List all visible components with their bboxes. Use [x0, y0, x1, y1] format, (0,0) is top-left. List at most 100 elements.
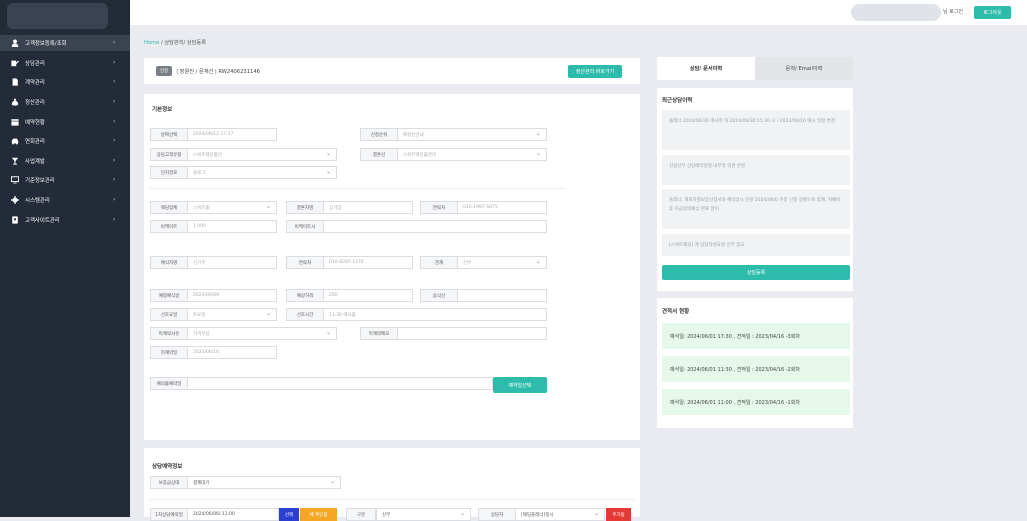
add-button[interactable]: 추가됨 — [606, 508, 631, 521]
relation-select[interactable]: 신부 — [457, 256, 547, 269]
money-bag-icon — [10, 98, 19, 106]
field-label: 선호요일 — [150, 308, 188, 321]
wedding-date-field[interactable]: 2024/06/09 — [187, 289, 277, 302]
chevron-right-icon: › — [113, 216, 116, 223]
document-icon — [10, 78, 19, 86]
sidebar-item-label: 고객정보등록/조회 — [25, 41, 67, 47]
field-label: 웨딩업체 — [150, 201, 188, 214]
field-label: 미계약사유 — [150, 327, 188, 340]
planner-phone-field[interactable]: 010-8287-1276 — [323, 256, 413, 269]
breadcrumb: Home / 상담관리/ 상담등록 — [144, 39, 206, 46]
select-button[interactable]: 선택 — [279, 508, 299, 521]
confirm-button[interactable]: 예 확인됨 — [300, 508, 337, 521]
field-label: 관계 — [420, 256, 458, 269]
estimate-item[interactable]: 예식일: 2024/06/01 17:30 , 견적일 : 2023/04/16… — [662, 323, 850, 349]
divider — [150, 499, 634, 500]
sidebar: 고객정보등록/조회 › 상담관리 › 계약관리 › 정산관리 › 예약현황 › … — [0, 0, 130, 517]
contact-name-field[interactable]: 장기양 — [323, 201, 413, 214]
type-select[interactable]: 신부 — [376, 508, 471, 521]
sidebar-item-customer[interactable]: 고객정보등록/조회 › — [0, 35, 130, 51]
consultant-select[interactable]: [웨딩플래너]정시 — [515, 508, 605, 521]
not-contract-reason-select[interactable]: 가격부담 — [187, 327, 337, 340]
breadcrumb-home[interactable]: Home — [144, 40, 159, 46]
field-label: 음식선 — [420, 289, 458, 302]
sidebar-item-settlement[interactable]: 정산관리 › — [0, 94, 130, 110]
user-avatar[interactable] — [851, 4, 941, 21]
sidebar-item-consult[interactable]: 상담관리 › — [0, 55, 130, 71]
chevron-right-icon: › — [113, 137, 116, 144]
field-label: 예식자명 — [150, 256, 188, 269]
prefer-day-select[interactable]: 토요일 — [187, 308, 277, 321]
deposit-status-select[interactable]: 결제대기 — [187, 476, 341, 489]
guests-field[interactable]: 250 — [323, 289, 413, 302]
field-label: 신청순위 — [360, 128, 398, 141]
remark-field[interactable]: 1,000 — [187, 220, 277, 233]
not-contract-date-field[interactable]: 2023/06/16 — [187, 346, 277, 359]
sales-lead-select[interactable]: 예정된안내 — [397, 128, 547, 141]
hall-select[interactable]: 스위트홀 — [187, 201, 277, 214]
pencil-icon — [10, 59, 19, 67]
estimate-item[interactable]: 예식일: 2024/06/01 11:30 , 견적일 : 2023/04/16… — [662, 356, 850, 382]
sidebar-item-label: 계약관리 — [25, 80, 45, 86]
field-label: 비케이트 — [150, 220, 188, 233]
sidebar-item-banquet[interactable]: 연회관리 › — [0, 133, 130, 149]
date-field[interactable]: 2024/06/12 17:37 — [187, 128, 277, 141]
consult-date-field[interactable]: 2024/06/06/ 11:00 — [187, 508, 279, 521]
car-icon — [10, 137, 19, 145]
sidebar-item-label: 고객사이트관리 — [25, 218, 60, 224]
history-item[interactable]: [스위트웨딩] 계 상담작성요청 신부 중요 — [662, 234, 850, 256]
breadcrumb-path: 상담관리/ 상담등록 — [164, 40, 206, 46]
field-label: 미계약메모 — [360, 327, 398, 340]
history-item[interactable]: 신랑신부 상담예약일정 내부의 의견 반영 — [662, 155, 850, 185]
chevron-right-icon: › — [113, 98, 116, 105]
sidebar-item-label: 예약현황 — [25, 120, 45, 126]
field-label: 예정예식일 — [150, 289, 188, 302]
sidebar-item-base-info[interactable]: 기준정보관리 › — [0, 172, 130, 188]
logo[interactable] — [7, 3, 108, 29]
field-label: 1차상담예약일 — [150, 508, 188, 521]
field-label: 상담자 — [478, 508, 516, 521]
history-item[interactable]: 플래너 2024/06/30 계시마 대 2024/06/30 15:30 시 … — [662, 110, 850, 150]
chevron-right-icon: › — [113, 196, 116, 203]
inflow-select[interactable]: 블로그 — [187, 166, 337, 179]
history-item[interactable]: 플래너, 계로자별보증신청서와 예약상시 신랑 2024/06/0 주종 신청 … — [662, 189, 850, 229]
sidebar-item-reservation[interactable]: 예약현황 › — [0, 114, 130, 130]
tab-consult-history[interactable]: 상담/ 문서이력 — [657, 57, 755, 80]
sidebar-item-label: 연회관리 — [25, 139, 45, 145]
prefer-time-field[interactable]: 11:30 예식홀 — [323, 308, 547, 321]
reservation-card: 상담예약정보 보증금상태 결제대기 1차상담예약일 2024/06/06/ 11… — [144, 448, 640, 521]
sidebar-item-customer-site[interactable]: 고객사이트관리 › — [0, 212, 130, 228]
sidebar-item-system[interactable]: 시스템관리 › — [0, 192, 130, 208]
monitor-icon — [10, 176, 19, 184]
chevron-right-icon: › — [113, 78, 116, 85]
field-label: 미계약일 — [150, 346, 188, 359]
id-card-icon — [10, 216, 19, 224]
food-field[interactable] — [457, 289, 547, 302]
manager-select[interactable]: 스위트웨딩홀관리 — [397, 148, 547, 161]
settlement-shortcut-button[interactable]: 정산관리 바로가기 — [568, 65, 622, 78]
section-title: 견적서 현황 — [662, 309, 690, 315]
sidebar-item-label: 기준정보관리 — [25, 178, 55, 184]
chevron-right-icon: › — [113, 59, 116, 66]
cocktail-icon — [10, 157, 19, 165]
sidebar-item-contract[interactable]: 계약관리 › — [0, 74, 130, 90]
event-reserve-field[interactable] — [187, 377, 493, 390]
field-label: 상담고객유형 — [150, 148, 188, 161]
breadcrumb-separator: / — [160, 40, 163, 46]
tab-message-history[interactable]: 문자/ Email이력 — [755, 57, 853, 80]
planner-field[interactable]: 신기주 — [187, 256, 277, 269]
sidebar-item-label: 정산관리 — [25, 100, 45, 106]
not-contract-note-field[interactable] — [397, 327, 547, 340]
phone-field[interactable]: 010-1987-5875 — [457, 201, 547, 214]
consult-register-button[interactable]: 상담등록 — [662, 265, 850, 280]
logout-button[interactable]: 로그아웃 — [974, 6, 1011, 19]
sidebar-item-business[interactable]: 사업계발 › — [0, 153, 130, 169]
select-date-button[interactable]: 예약일선택 — [493, 377, 547, 393]
estimate-item[interactable]: 예식일: 2024/06/01 11:00 , 견적일 : 2023/04/16… — [662, 389, 850, 415]
field-label: 예의홀예약일 — [150, 377, 188, 390]
login-status: 님 로그인 — [943, 9, 963, 15]
section-title: 최근상담이력 — [662, 98, 693, 104]
consult-type-select[interactable]: 스위트웨딩홀안 — [187, 148, 337, 161]
extra-field[interactable] — [323, 220, 547, 233]
sidebar-item-label: 시스템관리 — [25, 198, 50, 204]
